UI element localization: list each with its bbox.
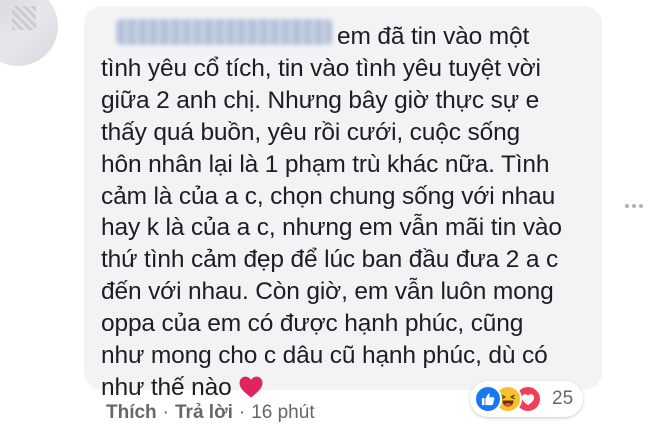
like-button[interactable]: Thích [106, 402, 157, 424]
separator: · [162, 402, 169, 423]
like-icon [474, 385, 502, 413]
comment-container: em đã tin vào một tình yêu cổ tích, tin … [0, 0, 660, 435]
comment-line: cảm là của a c, chọn chung sống với nhau [101, 182, 556, 210]
comment-line-text: như thế nào [101, 373, 232, 401]
comment-line: như mong cho c dâu cũ hạnh phúc, dù có [101, 342, 548, 370]
comment-line: hay k là của a c, nhưng em vẫn mãi tin v… [101, 214, 562, 242]
comment-line: giữa 2 anh chị. Nhưng bây giờ thực sự e [101, 86, 540, 114]
heart-icon [239, 376, 263, 398]
reactions-summary[interactable]: 25 [470, 381, 584, 417]
thumbs-up-icon [481, 393, 495, 406]
dot [632, 204, 636, 208]
comment-line: hôn nhân lại là 1 phạm trù khác nữa. Tìn… [101, 150, 550, 178]
reaction-count: 25 [552, 388, 574, 409]
comment-line: oppa của em có được hạnh phúc, cũng [101, 310, 524, 338]
dot [639, 204, 643, 208]
separator: · [238, 402, 246, 423]
comment-line: thứ tình cảm đẹp để lúc ban đầu đưa 2 a … [101, 246, 559, 274]
reply-button[interactable]: Trả lời [175, 402, 233, 424]
comment-text: em đã tin vào một tình yêu cổ tích, tin … [101, 21, 596, 404]
heart-icon [521, 393, 535, 405]
timestamp[interactable]: 16 phút [251, 402, 314, 424]
comment-line: đến với nhau. Còn giờ, em vẫn luôn mong [101, 278, 554, 306]
comment-line: tình yêu cổ tích, tin vào tình yêu tuyệt… [101, 54, 541, 82]
comment-actions: Thích · Trả lời · 16 phút [106, 402, 315, 424]
more-horizontal-icon[interactable] [622, 198, 646, 214]
comment-line: em đã tin vào một [337, 23, 530, 50]
comment-line: thấy quá buồn, yêu rồi cưới, cuộc sống [101, 118, 521, 146]
dot [625, 204, 629, 208]
avatar[interactable] [0, 0, 58, 66]
heart-emoji-icon [238, 375, 264, 399]
